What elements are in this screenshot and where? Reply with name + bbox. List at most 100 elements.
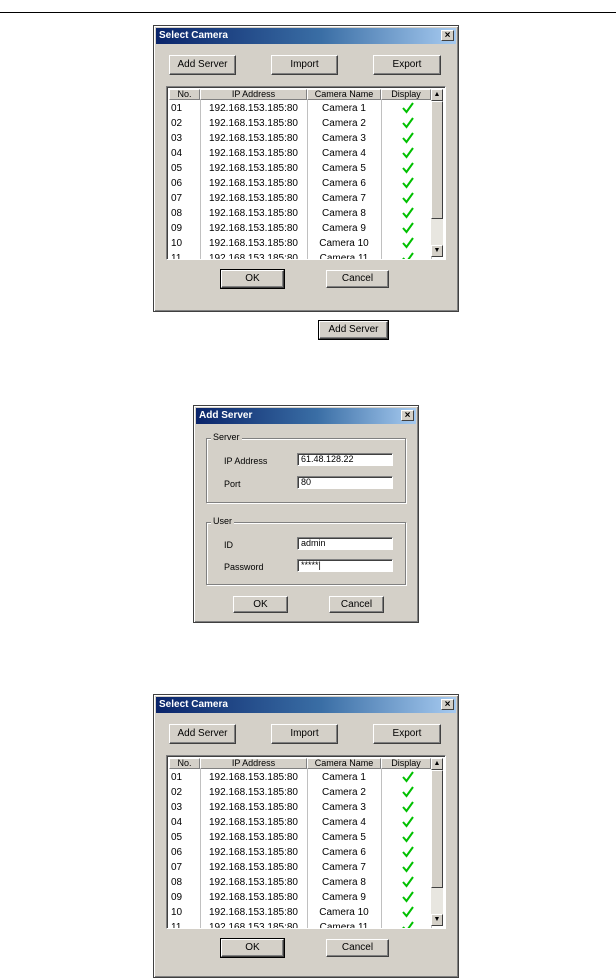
cancel-button[interactable]: Cancel (326, 270, 389, 288)
scroll-up-icon[interactable]: ▲ (431, 89, 443, 101)
check-icon[interactable] (402, 831, 414, 843)
column-header[interactable]: Display (381, 758, 431, 769)
column-header[interactable]: No. (169, 89, 200, 100)
table-row[interactable]: 06 192.168.153.185:80 Camera 6 (169, 177, 431, 190)
table-row[interactable]: 04 192.168.153.185:80 Camera 4 (169, 816, 431, 829)
check-icon[interactable] (402, 801, 414, 813)
cell-no: 05 (171, 832, 183, 843)
close-button[interactable]: × (441, 30, 454, 41)
user-group: User ID admin Password *****| (206, 516, 406, 585)
check-icon[interactable] (402, 162, 414, 174)
table-row[interactable]: 06 192.168.153.185:80 Camera 6 (169, 846, 431, 859)
check-icon[interactable] (402, 117, 414, 129)
table-row[interactable]: 10 192.168.153.185:80 Camera 10 (169, 237, 431, 250)
table-row[interactable]: 05 192.168.153.185:80 Camera 5 (169, 831, 431, 844)
column-header[interactable]: Camera Name (307, 758, 381, 769)
check-icon[interactable] (402, 252, 414, 260)
cancel-button[interactable]: Cancel (329, 596, 384, 613)
cancel-button[interactable]: Cancel (326, 939, 389, 957)
ip-address-field[interactable]: 61.48.128.22 (297, 453, 393, 466)
id-label: ID (224, 540, 233, 550)
check-icon[interactable] (402, 177, 414, 189)
vertical-scrollbar[interactable]: ▲ ▼ (431, 758, 443, 926)
table-row[interactable]: 11 192.168.153.185:80 Camera 11 (169, 921, 431, 929)
table-row[interactable]: 11 192.168.153.185:80 Camera 11 (169, 252, 431, 260)
port-field[interactable]: 80 (297, 476, 393, 489)
table-row[interactable]: 10 192.168.153.185:80 Camera 10 (169, 906, 431, 919)
cell-no: 01 (171, 103, 183, 114)
table-row[interactable]: 09 192.168.153.185:80 Camera 9 (169, 222, 431, 235)
ok-button[interactable]: OK (233, 596, 288, 613)
check-icon[interactable] (402, 921, 414, 929)
import-button[interactable]: Import (271, 55, 338, 75)
scroll-down-icon[interactable]: ▼ (431, 914, 443, 926)
cell-ip-address: 192.168.153.185:80 (209, 148, 298, 159)
table-row[interactable]: 01 192.168.153.185:80 Camera 1 (169, 771, 431, 784)
cell-camera-name: Camera 5 (322, 832, 366, 843)
check-icon[interactable] (402, 192, 414, 204)
table-row[interactable]: 07 192.168.153.185:80 Camera 7 (169, 861, 431, 874)
camera-list[interactable]: No. IP Address Camera Name Display 01 192.168… (166, 755, 446, 929)
camera-list[interactable]: No. IP Address Camera Name Display 01 192.168… (166, 86, 446, 260)
check-icon[interactable] (402, 771, 414, 783)
cell-camera-name: Camera 5 (322, 163, 366, 174)
table-row[interactable]: 09 192.168.153.185:80 Camera 9 (169, 891, 431, 904)
cell-no: 11 (171, 922, 182, 929)
cell-camera-name: Camera 6 (322, 847, 366, 858)
check-icon[interactable] (402, 102, 414, 114)
table-row[interactable]: 05 192.168.153.185:80 Camera 5 (169, 162, 431, 175)
dialog-title: Select Camera (159, 30, 228, 41)
table-row[interactable]: 01 192.168.153.185:80 Camera 1 (169, 102, 431, 115)
check-icon[interactable] (402, 891, 414, 903)
check-icon[interactable] (402, 222, 414, 234)
table-row[interactable]: 02 192.168.153.185:80 Camera 2 (169, 117, 431, 130)
check-icon[interactable] (402, 786, 414, 798)
table-row[interactable]: 03 192.168.153.185:80 Camera 3 (169, 801, 431, 814)
table-row[interactable]: 08 192.168.153.185:80 Camera 8 (169, 207, 431, 220)
column-header[interactable]: IP Address (200, 758, 307, 769)
cell-ip-address: 192.168.153.185:80 (209, 193, 298, 204)
check-icon[interactable] (402, 132, 414, 144)
cell-no: 04 (171, 817, 183, 828)
check-icon[interactable] (402, 861, 414, 873)
cell-ip-address: 192.168.153.185:80 (209, 208, 298, 219)
scroll-thumb[interactable] (431, 101, 443, 219)
check-icon[interactable] (402, 147, 414, 159)
column-header[interactable]: No. (169, 758, 200, 769)
table-row[interactable]: 07 192.168.153.185:80 Camera 7 (169, 192, 431, 205)
close-button[interactable]: × (441, 699, 454, 710)
scroll-up-icon[interactable]: ▲ (431, 758, 443, 770)
scroll-down-icon[interactable]: ▼ (431, 245, 443, 257)
check-icon[interactable] (402, 237, 414, 249)
close-button[interactable]: × (401, 410, 414, 421)
export-button[interactable]: Export (373, 55, 441, 75)
password-field[interactable]: *****| (297, 559, 393, 572)
table-row[interactable]: 03 192.168.153.185:80 Camera 3 (169, 132, 431, 145)
table-row[interactable]: 04 192.168.153.185:80 Camera 4 (169, 147, 431, 160)
add-server-dialog: Add Server × Server IP Address 61.48.128… (193, 405, 419, 623)
export-button[interactable]: Export (373, 724, 441, 744)
check-icon[interactable] (402, 846, 414, 858)
table-row[interactable]: 02 192.168.153.185:80 Camera 2 (169, 786, 431, 799)
import-button[interactable]: Import (271, 724, 338, 744)
check-icon[interactable] (402, 816, 414, 828)
ok-button[interactable]: OK (220, 938, 285, 958)
ok-button[interactable]: OK (220, 269, 285, 289)
check-icon[interactable] (402, 876, 414, 888)
cell-no: 08 (171, 877, 183, 888)
add-server-button[interactable]: Add Server (169, 55, 236, 75)
cell-ip-address: 192.168.153.185:80 (209, 163, 298, 174)
id-field[interactable]: admin (297, 537, 393, 550)
check-icon[interactable] (402, 207, 414, 219)
column-header[interactable]: IP Address (200, 89, 307, 100)
vertical-scrollbar[interactable]: ▲ ▼ (431, 89, 443, 257)
select-camera-dialog: Select Camera × Add Server Import Export… (153, 25, 459, 312)
table-row[interactable]: 08 192.168.153.185:80 Camera 8 (169, 876, 431, 889)
scroll-thumb[interactable] (431, 770, 443, 888)
add-server-button[interactable]: Add Server (169, 724, 236, 744)
cell-no: 11 (171, 253, 182, 260)
column-header[interactable]: Camera Name (307, 89, 381, 100)
cell-ip-address: 192.168.153.185:80 (209, 817, 298, 828)
column-header[interactable]: Display (381, 89, 431, 100)
check-icon[interactable] (402, 906, 414, 918)
